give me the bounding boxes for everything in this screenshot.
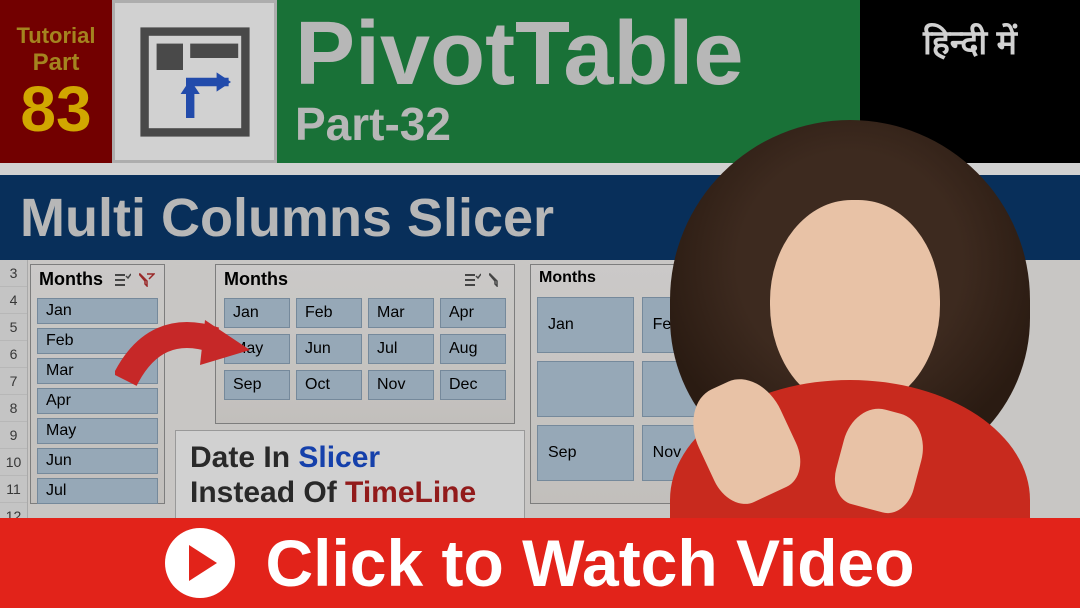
clear-filter-icon[interactable] xyxy=(488,272,506,288)
callout-text: Date In xyxy=(190,441,298,474)
slicer-item[interactable]: Dec xyxy=(440,370,506,400)
row-num: 9 xyxy=(0,422,27,449)
slicer-item[interactable]: Mar xyxy=(368,298,434,328)
row-num: 6 xyxy=(0,341,27,368)
slicer2-header: Months xyxy=(216,265,514,294)
slicer-item[interactable]: Nov xyxy=(368,370,434,400)
callout-timeline: TimeLine xyxy=(345,476,476,509)
clear-filter-icon[interactable] xyxy=(138,272,156,288)
slicer1-header: Months xyxy=(31,265,164,294)
row-numbers: 3 4 5 6 7 8 9 10 11 12 xyxy=(0,260,28,530)
tutorial-badge: Tutorial Part 83 xyxy=(0,0,112,163)
play-icon[interactable] xyxy=(165,528,235,598)
tutorial-label-1: Tutorial xyxy=(16,23,95,49)
slicer-item[interactable]: Oct xyxy=(296,370,362,400)
slicer-item[interactable]: Jul xyxy=(37,478,158,504)
multi-select-icon[interactable] xyxy=(114,272,132,288)
slicer-item[interactable] xyxy=(537,361,634,417)
arrow-icon xyxy=(115,310,255,400)
slicer-item[interactable]: Jan xyxy=(537,297,634,353)
row-num: 11 xyxy=(0,476,27,503)
cta-text: Click to Watch Video xyxy=(265,525,914,601)
row-num: 3 xyxy=(0,260,27,287)
callout-text: Instead Of xyxy=(190,476,345,509)
row-num: 5 xyxy=(0,314,27,341)
person-photo xyxy=(640,120,1060,540)
slicer-multi-column[interactable]: Months Jan Feb Mar Apr May Jun Jul Aug S… xyxy=(215,264,515,424)
slicer-item[interactable]: Aug xyxy=(440,334,506,364)
tutorial-number: 83 xyxy=(20,77,91,141)
row-num: 8 xyxy=(0,395,27,422)
slicer-item[interactable]: Jul xyxy=(368,334,434,364)
cta-bar[interactable]: Click to Watch Video xyxy=(0,518,1080,608)
callout-box: Date In Slicer Instead Of TimeLine xyxy=(175,430,525,521)
callout-slicer: Slicer xyxy=(298,441,380,474)
slicer3-title: Months xyxy=(539,269,596,287)
multi-select-icon[interactable] xyxy=(464,272,482,288)
row-num: 4 xyxy=(0,287,27,314)
slicer2-grid: Jan Feb Mar Apr May Jun Jul Aug Sep Oct … xyxy=(216,294,514,408)
pivot-icon-box xyxy=(112,0,277,163)
slicer2-title: Months xyxy=(224,269,288,290)
slicer-item[interactable]: Jun xyxy=(37,448,158,474)
slicer1-title: Months xyxy=(39,269,103,290)
pivot-table-icon xyxy=(135,22,255,142)
slicer-item[interactable]: Feb xyxy=(296,298,362,328)
slicer-item[interactable]: Sep xyxy=(537,425,634,481)
slicer-item[interactable]: Apr xyxy=(440,298,506,328)
row-num: 10 xyxy=(0,449,27,476)
blue-bar-text: Multi Columns Slicer xyxy=(20,187,554,249)
title-main: PivotTable xyxy=(295,12,860,98)
slicer-item[interactable]: May xyxy=(37,418,158,444)
slicer-item[interactable]: Jun xyxy=(296,334,362,364)
row-num: 7 xyxy=(0,368,27,395)
